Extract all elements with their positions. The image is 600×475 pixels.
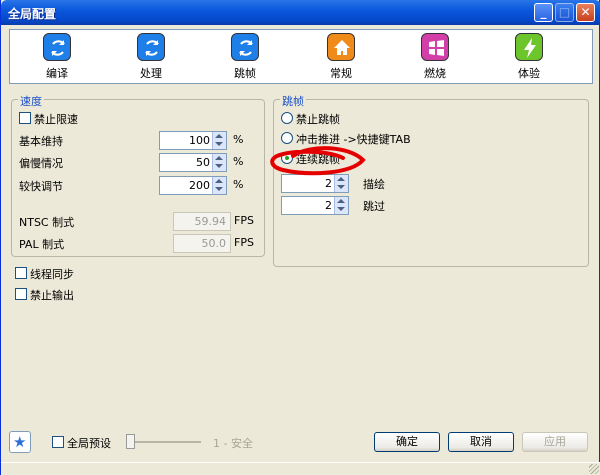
favorites-button[interactable]: ★ [9,431,31,453]
toolbar-item-label: 体验 [518,67,540,80]
toolbar-item-frameskip[interactable]: 跳帧 [210,33,280,83]
stepper-arrows[interactable] [212,132,226,149]
window-title: 全局配置 [8,7,57,21]
home-icon [327,33,355,61]
preset-slider-value: 1 - 安全 [213,437,253,450]
toolbar-item-label: 常规 [330,67,352,80]
pal-label: PAL 制式 [19,238,65,251]
percent-unit: % [233,133,244,146]
maximize-button[interactable]: □ [555,3,574,22]
ntsc-fps-value: 59.94 [194,215,227,228]
sync-icon [231,33,259,61]
fps-unit: FPS [234,214,254,227]
frameskip-group-legend: 跳帧 [280,93,306,109]
category-toolbar: 编译 处理 跳帧 常规 燃烧 体验 [9,29,593,84]
speed-group-legend: 速度 [18,93,44,109]
stepper-arrows[interactable] [212,154,226,171]
toolbar-item-process[interactable]: 处理 [116,33,186,83]
skip-frames-value: 2 [325,199,332,212]
global-preset-label: 全局预设 [67,437,111,450]
ok-button[interactable]: 确定 [374,432,440,452]
cancel-button[interactable]: 取消 [448,432,514,452]
fast-speed-value: 200 [189,179,210,192]
star-icon: ★ [13,433,27,451]
thread-sync-checkbox[interactable] [15,267,27,279]
fast-speed-stepper[interactable]: 200 [159,176,227,195]
toolbar-item-label: 处理 [140,67,162,80]
toolbar-item-label: 编译 [46,67,68,80]
ntsc-fps-field: 59.94 [173,212,231,231]
red-circle-annotation [270,146,366,176]
config-window: 全局配置 _ □ ✕ 编译 处理 跳帧 常规 燃烧 体验 速度 禁止限速 基本维… [0,0,600,475]
percent-unit: % [233,155,244,168]
slow-speed-label: 偏慢情况 [19,157,63,170]
stepper-arrows[interactable] [334,197,348,214]
percent-unit: % [233,178,244,191]
sync-icon [137,33,165,61]
disable-speed-limit-checkbox[interactable] [19,112,31,124]
title-bar[interactable]: 全局配置 _ □ ✕ [1,0,600,25]
apply-button[interactable]: 应用 [522,432,588,452]
slow-speed-value: 50 [196,156,210,169]
lightning-icon [515,33,543,61]
minimize-button[interactable]: _ [534,3,553,22]
disable-output-checkbox[interactable] [15,288,27,300]
windows-icon [421,33,449,61]
slow-speed-stepper[interactable]: 50 [159,153,227,172]
status-bar [1,462,600,475]
no-frameskip-radio[interactable] [281,112,293,124]
toolbar-item-compile[interactable]: 编译 [22,33,92,83]
normal-speed-stepper[interactable]: 100 [159,131,227,150]
thread-sync-label: 线程同步 [30,268,74,281]
pal-fps-field: 50.0 [173,234,231,253]
toolbar-item-general[interactable]: 常规 [306,33,376,83]
fast-speed-label: 较快调节 [19,180,63,193]
preset-slider-track [131,441,201,443]
toolbar-item-burn[interactable]: 燃烧 [400,33,470,83]
toolbar-item-label: 跳帧 [234,67,256,80]
fps-unit: FPS [234,236,254,249]
disable-speed-limit-label: 禁止限速 [34,113,78,126]
close-button[interactable]: ✕ [576,3,595,22]
stepper-arrows[interactable] [212,177,226,194]
resize-grip[interactable] [589,464,599,474]
pal-fps-value: 50.0 [201,237,227,250]
disable-output-label: 禁止输出 [30,289,74,302]
sync-icon [43,33,71,61]
ntsc-label: NTSC 制式 [19,216,75,229]
normal-speed-value: 100 [189,134,210,147]
toolbar-item-experience[interactable]: 体验 [494,33,564,83]
preset-slider-thumb [126,434,135,449]
normal-speed-label: 基本维持 [19,135,63,148]
skip-frames-stepper[interactable]: 2 [281,196,349,215]
skip-frames-label: 跳过 [363,200,385,213]
no-frameskip-label: 禁止跳帧 [296,113,340,126]
toolbar-item-label: 燃烧 [424,67,446,80]
global-preset-checkbox[interactable] [52,436,64,448]
